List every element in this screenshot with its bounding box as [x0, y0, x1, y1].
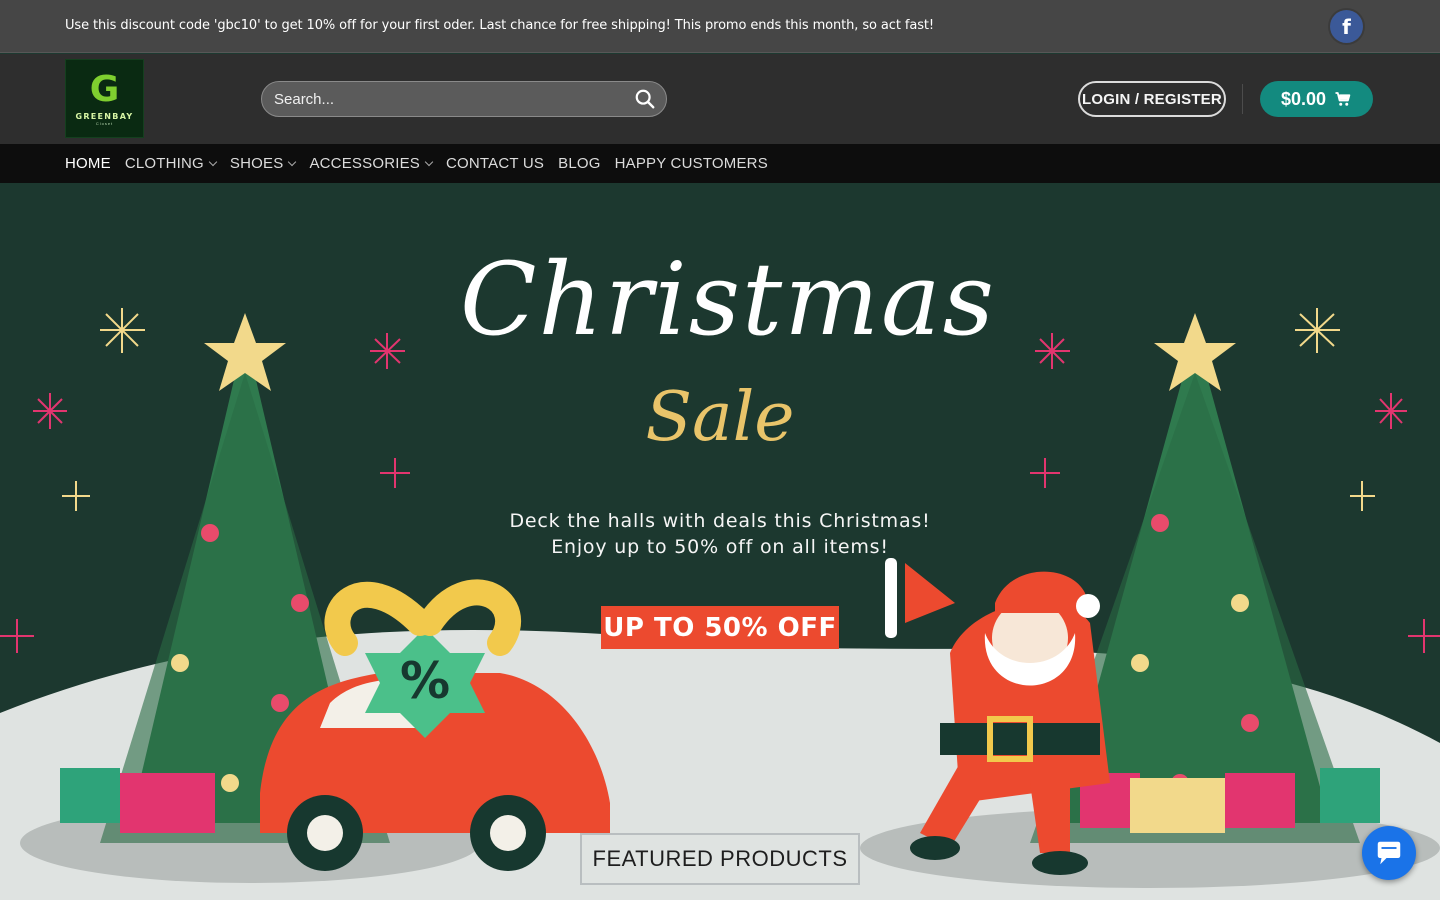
hero-subtitle: Sale	[645, 378, 795, 457]
search-input[interactable]	[262, 82, 622, 116]
chevron-down-icon	[288, 157, 297, 166]
nav-item-contact-us[interactable]: CONTACT US	[446, 155, 544, 172]
nav-label: HAPPY CUSTOMERS	[614, 155, 768, 172]
logo-letter: G	[89, 68, 120, 110]
discount-badge[interactable]: UP TO 50% OFF	[601, 606, 839, 649]
chevron-down-icon	[424, 157, 434, 166]
featured-products-heading: FEATURED PRODUCTS	[580, 833, 860, 885]
search-icon[interactable]	[634, 88, 656, 110]
svg-text:%: %	[400, 652, 450, 710]
header-divider	[1242, 84, 1243, 114]
hero-text-line-1: Deck the halls with deals this Christmas…	[509, 510, 931, 532]
nav-item-home[interactable]: HOME	[65, 155, 111, 172]
chat-bubble-icon	[1377, 841, 1401, 865]
nav-label: HOME	[65, 155, 111, 172]
promo-text: Use this discount code 'gbc10' to get 10…	[65, 18, 935, 33]
logo-sub: Closet	[95, 120, 114, 126]
nav-item-shoes[interactable]: SHOES	[229, 155, 297, 172]
nav-label: SHOES	[229, 155, 284, 172]
site-header: G GREENBAY Closet LOGIN / REGISTER $0.00	[0, 54, 1440, 144]
logo-brand: GREENBAY	[75, 111, 134, 121]
facebook-icon[interactable]: f	[1330, 10, 1363, 43]
cart-button[interactable]: $0.00	[1260, 81, 1373, 117]
chevron-down-icon	[208, 157, 218, 166]
search-box	[261, 81, 667, 117]
hero-text-line-2: Enjoy up to 50% off on all items!	[551, 536, 889, 558]
login-register-button[interactable]: LOGIN / REGISTER	[1078, 81, 1226, 117]
promo-bar: Use this discount code 'gbc10' to get 10…	[0, 0, 1440, 53]
cart-icon	[1335, 92, 1351, 106]
chat-button[interactable]	[1362, 826, 1416, 880]
nav-item-clothing[interactable]: CLOTHING	[124, 155, 218, 172]
nav-label: BLOG	[558, 155, 601, 172]
nav-label: ACCESSORIES	[309, 155, 420, 172]
hero-title: Christmas	[460, 241, 996, 358]
main-nav: HOME CLOTHING SHOES ACCESSORIES CONTACT …	[0, 144, 1440, 183]
nav-label: CONTACT US	[446, 155, 545, 172]
cart-total: $0.00	[1280, 88, 1327, 109]
nav-item-happy-customers[interactable]: HAPPY CUSTOMERS	[615, 155, 768, 172]
nav-item-blog[interactable]: BLOG	[558, 155, 600, 172]
hero-banner[interactable]: % Christmas Sale Deck the halls with dea…	[0, 183, 1440, 900]
site-logo[interactable]: G GREENBAY Closet	[65, 59, 144, 138]
nav-item-accessories[interactable]: ACCESSORIES	[309, 155, 434, 172]
nav-label: CLOTHING	[124, 155, 204, 172]
